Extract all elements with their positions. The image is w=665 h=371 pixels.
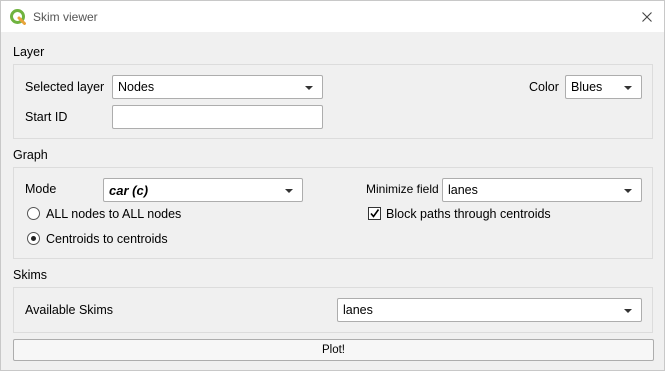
layer-group: Selected layer Nodes Start ID Color Blue… bbox=[13, 64, 653, 139]
qgis-logo-icon bbox=[10, 9, 26, 25]
color-label: Color bbox=[529, 80, 559, 94]
available-skims-value: lanes bbox=[343, 303, 373, 317]
available-skims-label: Available Skims bbox=[25, 303, 114, 317]
minimize-field-combo[interactable]: lanes bbox=[442, 178, 642, 202]
mode-combo[interactable]: car (c) bbox=[103, 178, 303, 202]
plot-button[interactable]: Plot! bbox=[13, 339, 654, 361]
selected-layer-label: Selected layer bbox=[25, 80, 105, 94]
radio-all-nodes-label: ALL nodes to ALL nodes bbox=[46, 207, 182, 221]
radio-all-nodes[interactable] bbox=[27, 207, 40, 220]
skims-group: Available Skims lanes bbox=[13, 287, 653, 333]
minimize-field-label: Minimize field bbox=[366, 182, 439, 196]
selected-layer-combo[interactable]: Nodes bbox=[112, 75, 323, 99]
layer-section-label: Layer bbox=[13, 45, 45, 59]
radio-centroids-label: Centroids to centroids bbox=[46, 232, 168, 246]
window-title: Skim viewer bbox=[33, 10, 98, 24]
skims-section-label: Skims bbox=[13, 268, 48, 282]
selected-layer-value: Nodes bbox=[118, 80, 155, 94]
mode-value: car (c) bbox=[109, 183, 149, 198]
block-paths-label: Block paths through centroids bbox=[386, 207, 551, 221]
chevron-down-icon bbox=[624, 189, 632, 193]
start-id-input[interactable] bbox=[112, 105, 323, 129]
mode-label: Mode bbox=[25, 182, 57, 196]
graph-group: Mode car (c) Minimize field lanes ALL no… bbox=[13, 167, 653, 259]
skim-viewer-window: Skim viewer Layer Selected layer Nodes S… bbox=[0, 0, 665, 371]
chevron-down-icon bbox=[624, 309, 632, 313]
chevron-down-icon bbox=[624, 86, 632, 90]
color-value: Blues bbox=[571, 80, 603, 94]
chevron-down-icon bbox=[285, 189, 293, 193]
color-combo[interactable]: Blues bbox=[565, 75, 642, 99]
radio-centroids[interactable] bbox=[27, 232, 40, 245]
chevron-down-icon bbox=[305, 86, 313, 90]
block-paths-checkbox[interactable] bbox=[368, 207, 381, 220]
close-icon[interactable] bbox=[638, 8, 656, 26]
title-bar: Skim viewer bbox=[1, 1, 664, 32]
checkmark-icon bbox=[370, 209, 380, 218]
graph-section-label: Graph bbox=[13, 148, 48, 162]
available-skims-combo[interactable]: lanes bbox=[337, 298, 642, 322]
minimize-field-value: lanes bbox=[448, 183, 478, 197]
start-id-label: Start ID bbox=[25, 110, 68, 124]
